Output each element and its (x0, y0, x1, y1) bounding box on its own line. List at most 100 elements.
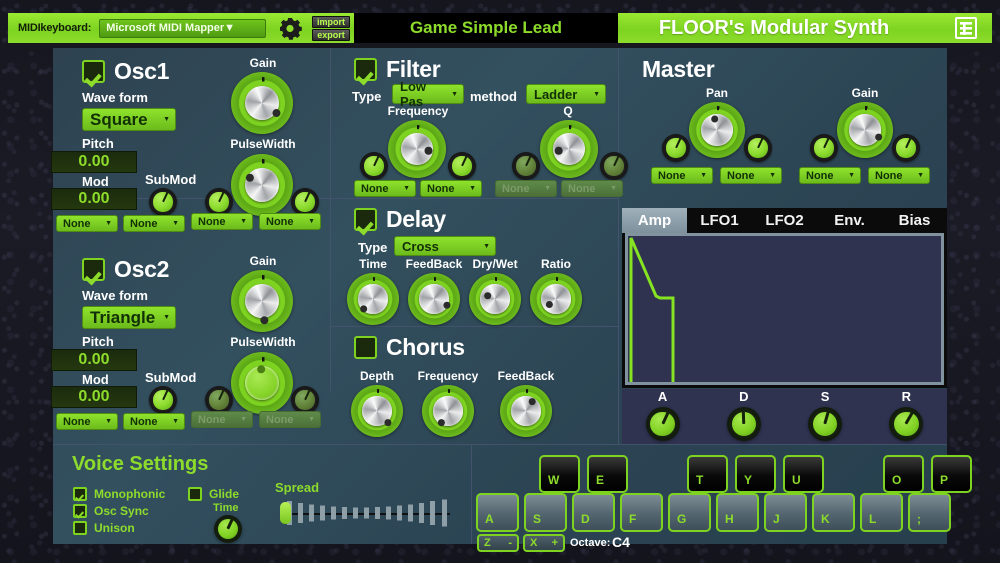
osc2-pw-mod-knob-right[interactable] (291, 386, 319, 414)
delay-drywet-knob[interactable] (469, 273, 521, 325)
osc2-waveform-select[interactable]: Triangle ▼ (82, 306, 176, 329)
export-button[interactable]: export (312, 28, 350, 41)
filter-mod-source-2[interactable]: None ▼ (420, 180, 482, 197)
filter-q-mod-knob-left[interactable] (512, 152, 540, 180)
oscsync-row[interactable]: Osc Sync (73, 504, 149, 518)
chorus-feedback-knob[interactable] (500, 385, 552, 437)
tab-lfo2[interactable]: LFO2 (752, 208, 817, 233)
black-key-t[interactable]: T (687, 455, 728, 493)
osc2-mod-source-2[interactable]: None ▼ (123, 413, 185, 430)
master-pan-mod-knob-left[interactable] (662, 134, 690, 162)
spread-thumb[interactable] (280, 502, 291, 524)
black-key-o[interactable]: O (883, 455, 924, 493)
chorus-depth-knob[interactable] (351, 385, 403, 437)
osc1-mod-value[interactable]: 0.00 (51, 188, 137, 210)
osc1-pulsewidth-knob[interactable] (231, 154, 293, 216)
octave-down-button[interactable]: Z - (477, 534, 519, 552)
tab-bias[interactable]: Bias (882, 208, 947, 233)
adsr-release-knob[interactable] (889, 407, 924, 441)
unison-checkbox[interactable] (73, 521, 87, 535)
adsr-attack-knob[interactable] (645, 407, 680, 441)
black-key-e[interactable]: E (587, 455, 628, 493)
delay-type-select[interactable]: Cross ▼ (394, 236, 496, 256)
filter-q-knob[interactable] (540, 120, 598, 178)
unison-row[interactable]: Unison (73, 521, 135, 535)
osc1-mod-source-4[interactable]: None ▼ (259, 213, 321, 230)
black-key-y[interactable]: Y (735, 455, 776, 493)
tab-env[interactable]: Env. (817, 208, 882, 233)
master-gain-knob[interactable] (837, 102, 893, 158)
master-mod-source-1[interactable]: None ▼ (651, 167, 713, 184)
filter-freq-mod-knob-left[interactable] (360, 152, 388, 180)
white-key-g[interactable]: G (668, 493, 711, 532)
osc2-pitch-value[interactable]: 0.00 (51, 349, 137, 371)
master-mod-source-3[interactable]: None ▼ (799, 167, 861, 184)
white-key-k[interactable]: K (812, 493, 855, 532)
osc1-pw-mod-knob-left[interactable] (205, 188, 233, 216)
adsr-sustain-knob[interactable] (808, 407, 843, 441)
white-key-semicolon[interactable]: ; (908, 493, 951, 532)
osc2-mod-source-4[interactable]: None ▼ (259, 411, 321, 428)
black-key-u[interactable]: U (783, 455, 824, 493)
spread-slider[interactable] (275, 498, 456, 528)
white-key-a[interactable]: A (476, 493, 519, 532)
master-pan-mod-knob-right[interactable] (744, 134, 772, 162)
osc2-mod-value[interactable]: 0.00 (51, 386, 137, 408)
oscsync-checkbox[interactable] (73, 504, 87, 518)
filter-frequency-knob[interactable] (388, 120, 446, 178)
white-key-d[interactable]: D (572, 493, 615, 532)
master-gain-mod-knob-left[interactable] (810, 134, 838, 162)
osc1-submod-knob[interactable] (149, 188, 177, 216)
gear-icon[interactable] (278, 16, 302, 40)
osc1-mod-source-2[interactable]: None ▼ (123, 215, 185, 232)
delay-enable-checkbox[interactable] (354, 208, 377, 231)
osc2-pulsewidth-knob[interactable] (231, 352, 293, 414)
master-mod-source-2[interactable]: None ▼ (720, 167, 782, 184)
glide-checkbox[interactable] (188, 487, 202, 501)
white-key-h[interactable]: H (716, 493, 759, 532)
filter-mod-source-4[interactable]: None ▼ (561, 180, 623, 197)
osc1-mod-source-1[interactable]: None ▼ (56, 215, 118, 232)
filter-mod-source-1[interactable]: None ▼ (354, 180, 416, 197)
osc2-pw-mod-knob-left[interactable] (205, 386, 233, 414)
menu-logo-icon[interactable] (954, 17, 978, 39)
osc2-mod-source-1[interactable]: None ▼ (56, 413, 118, 430)
chorus-frequency-knob[interactable] (422, 385, 474, 437)
monophonic-checkbox[interactable] (73, 487, 87, 501)
import-button[interactable]: import (312, 15, 350, 28)
osc2-submod-knob[interactable] (149, 386, 177, 414)
chorus-enable-checkbox[interactable] (354, 336, 377, 359)
delay-time-knob[interactable] (347, 273, 399, 325)
black-key-w[interactable]: W (539, 455, 580, 493)
monophonic-row[interactable]: Monophonic (73, 487, 165, 501)
filter-enable-checkbox[interactable] (354, 58, 377, 81)
adsr-decay-knob[interactable] (726, 407, 761, 441)
osc1-mod-source-3[interactable]: None ▼ (191, 213, 253, 230)
osc2-enable-checkbox[interactable] (82, 258, 105, 281)
osc1-enable-checkbox[interactable] (82, 60, 105, 83)
white-key-l[interactable]: L (860, 493, 903, 532)
delay-feedback-knob[interactable] (408, 273, 460, 325)
glide-row[interactable]: Glide (188, 487, 239, 501)
osc2-gain-knob[interactable] (231, 270, 293, 332)
tab-amp[interactable]: Amp (622, 208, 687, 233)
tab-lfo1[interactable]: LFO1 (687, 208, 752, 233)
osc1-waveform-select[interactable]: Square ▼ (82, 108, 176, 131)
envelope-graph[interactable] (625, 233, 944, 385)
filter-type-select[interactable]: Low Pas ▼ (392, 79, 464, 109)
glide-time-knob[interactable] (214, 515, 242, 543)
black-key-p[interactable]: P (931, 455, 972, 493)
master-gain-mod-knob-right[interactable] (892, 134, 920, 162)
filter-method-select[interactable]: Ladder ▼ (526, 84, 606, 104)
osc1-pw-mod-knob-right[interactable] (291, 188, 319, 216)
preset-name-display[interactable]: Game Simple Lead (354, 13, 618, 43)
white-key-j[interactable]: J (764, 493, 807, 532)
master-pan-knob[interactable] (689, 102, 745, 158)
midi-device-select[interactable]: Microsoft MIDI Mapper ▼ (99, 18, 266, 38)
white-key-f[interactable]: F (620, 493, 663, 532)
osc1-pitch-value[interactable]: 0.00 (51, 151, 137, 173)
filter-freq-mod-knob-right[interactable] (448, 152, 476, 180)
octave-up-button[interactable]: X + (523, 534, 565, 552)
osc2-mod-source-3[interactable]: None ▼ (191, 411, 253, 428)
filter-mod-source-3[interactable]: None ▼ (495, 180, 557, 197)
